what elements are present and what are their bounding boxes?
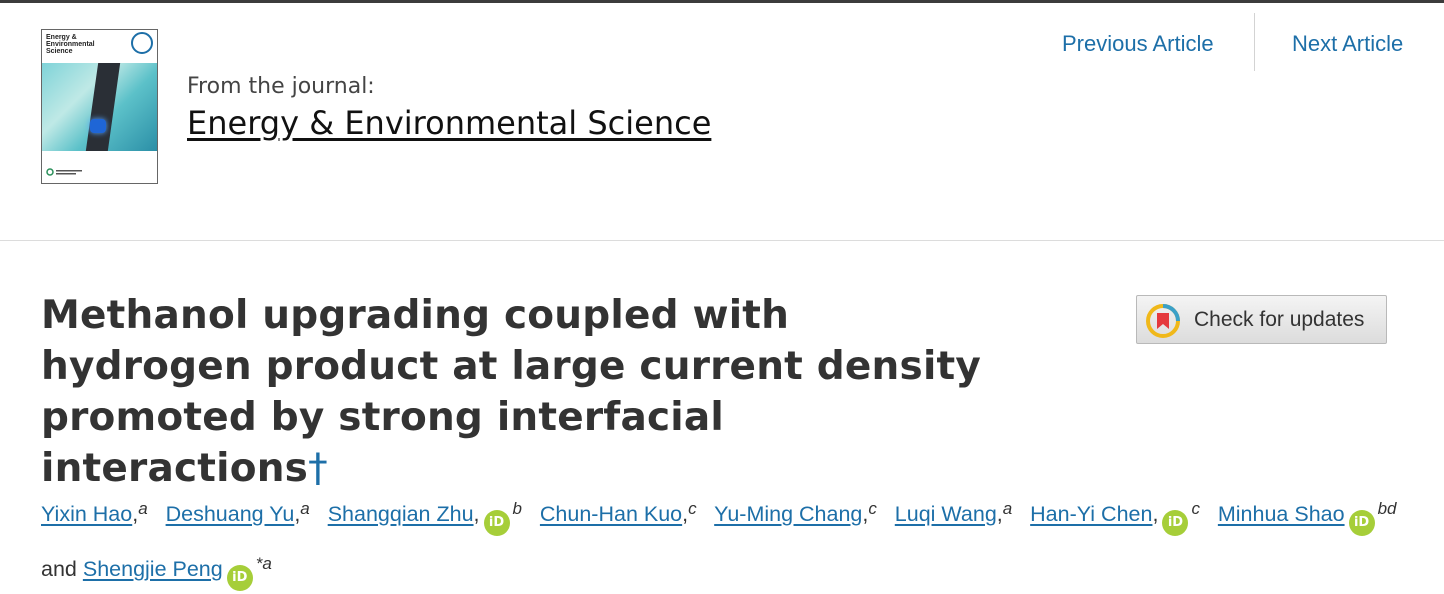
author-link[interactable]: Shangqian Zhu (328, 502, 474, 526)
affiliation-superscript: c (1191, 499, 1200, 518)
check-for-updates-label: Check for updates (1194, 308, 1365, 331)
orcid-icon[interactable]: iD (1348, 510, 1375, 536)
author-link[interactable]: Shengjie Peng (83, 557, 223, 581)
orcid-icon[interactable]: iD (226, 565, 253, 591)
header-divider (0, 240, 1444, 241)
affiliation-superscript: c (868, 499, 877, 518)
affiliation-superscript: a (300, 499, 310, 518)
from-journal-label: From the journal: (187, 74, 375, 99)
cover-badge-icon (131, 32, 153, 54)
orcid-icon[interactable]: iD (483, 510, 510, 536)
nav-separator (1254, 13, 1255, 71)
previous-article-link[interactable]: Previous Article (1062, 31, 1214, 57)
affiliation-superscript: c (688, 499, 697, 518)
next-article-link[interactable]: Next Article (1292, 31, 1403, 57)
publisher-logo-icon (46, 168, 82, 176)
author-link[interactable]: Han-Yi Chen (1030, 502, 1152, 526)
cover-artwork (42, 63, 157, 151)
affiliation-superscript: b (512, 499, 522, 518)
journal-cover-image[interactable]: Energy & Environmental Science (41, 29, 158, 184)
article-title: Methanol upgrading coupled with hydrogen… (41, 290, 1001, 494)
orcid-icon[interactable]: iD (1162, 510, 1189, 536)
cover-title: Energy & Environmental Science (46, 34, 95, 55)
journal-header: Energy & Environmental Science From the … (0, 3, 1444, 240)
affiliation-superscript: a (138, 499, 148, 518)
author-link[interactable]: Minhua Shao (1218, 502, 1345, 526)
author-link[interactable]: Chun-Han Kuo (540, 502, 682, 526)
authors-conjunction: and (41, 557, 77, 581)
affiliation-superscript: *a (255, 554, 272, 573)
affiliation-superscript: a (1002, 499, 1013, 518)
author-link[interactable]: Luqi Wang (895, 502, 997, 526)
author-list: Yixin Hao,a Deshuang Yu,a Shangqian Zhu,… (41, 484, 1401, 594)
author-link[interactable]: Yu-Ming Chang (714, 502, 862, 526)
journal-name-link[interactable]: Energy & Environmental Science (187, 104, 711, 142)
car-icon (90, 119, 106, 133)
affiliation-superscript: bd (1377, 499, 1397, 518)
author-link[interactable]: Yixin Hao (41, 502, 132, 526)
check-for-updates-button[interactable]: Check for updates (1136, 295, 1387, 344)
crossmark-icon (1146, 304, 1180, 338)
author-link[interactable]: Deshuang Yu (166, 502, 295, 526)
article-title-text: Methanol upgrading coupled with hydrogen… (41, 293, 981, 491)
